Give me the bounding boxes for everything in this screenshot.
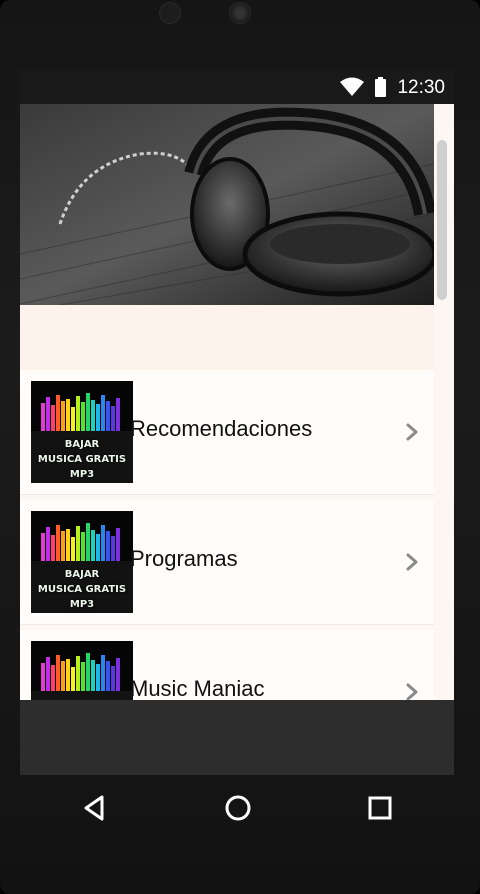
bajar-musica-thumbnail: BAJAR MUSICA GRATIS MP3 (31, 381, 133, 483)
list-item-music-maniac[interactable]: Music Maniac (20, 630, 434, 700)
thumbnail-caption-line2: MUSICA GRATIS (37, 584, 127, 595)
navigation-bar (0, 775, 480, 841)
chevron-right-icon (406, 683, 418, 700)
bottom-ad-panel (20, 700, 454, 775)
list-item-label: Recomendaciones (130, 416, 313, 441)
list-item-programas[interactable]: BAJAR MUSICA GRATIS MP3 Programas (20, 500, 434, 624)
list-item-recomendaciones[interactable]: BAJAR MUSICA GRATIS MP3 Recomendaciones (20, 370, 434, 494)
thumbnail-caption-line1: BAJAR (64, 439, 100, 450)
main-content[interactable]: BAJAR MUSICA GRATIS MP3 Recomendaciones (20, 104, 454, 700)
status-time: 12:30 (397, 77, 445, 98)
chevron-right-icon (406, 423, 418, 441)
header-band (20, 305, 434, 370)
front-camera (229, 2, 251, 24)
thumbnail-caption-line1: BAJAR (64, 569, 100, 580)
proximity-sensor (159, 2, 181, 24)
bajar-musica-thumbnail: BAJAR MUSICA GRATIS MP3 (31, 511, 133, 613)
back-icon[interactable] (80, 793, 110, 823)
home-icon[interactable] (223, 793, 253, 823)
scrollbar[interactable] (437, 140, 447, 300)
recents-icon[interactable] (365, 793, 395, 823)
phone-frame: 12:30 BAJAR MUSICA GRATIS MP3 Recomendac… (0, 0, 480, 894)
headphones-hero-image (20, 104, 434, 305)
thumbnail-caption-line2: MUSICA GRATIS (37, 454, 127, 465)
thumbnail-caption-line3: MP3 (69, 469, 95, 480)
wifi-icon (340, 77, 364, 96)
status-bar: 12:30 (20, 69, 454, 104)
chevron-right-icon (406, 553, 418, 571)
list-item-label: Programas (130, 546, 238, 571)
list-item-label: Music Maniac (130, 676, 265, 700)
screen: 12:30 BAJAR MUSICA GRATIS MP3 Recomendac… (20, 69, 454, 775)
thumbnail-caption-line3: MP3 (69, 599, 95, 610)
battery-icon (375, 77, 386, 97)
music-maniac-thumbnail (31, 641, 133, 700)
